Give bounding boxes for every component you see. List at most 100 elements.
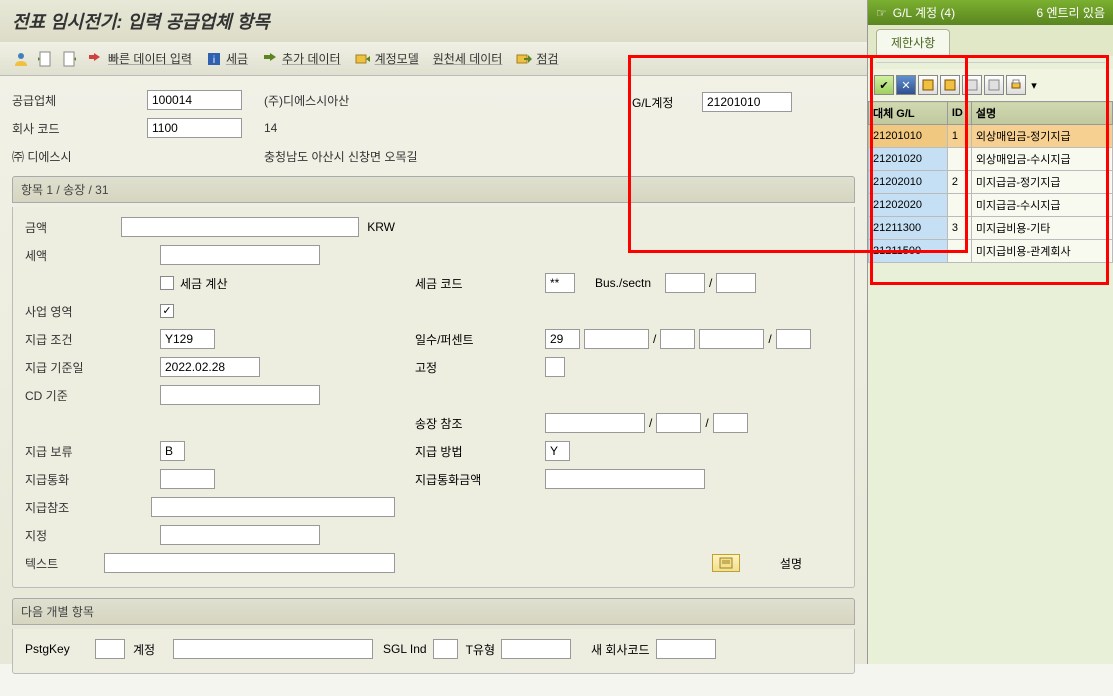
ttype-label: T유형 <box>466 641 495 658</box>
percent2-input[interactable] <box>699 329 764 349</box>
invoice-ref-input1[interactable] <box>545 413 645 433</box>
ttype-input[interactable] <box>501 639 571 659</box>
doc-left-icon[interactable] <box>36 50 54 68</box>
popup-header-icon: ☞ <box>876 6 887 20</box>
section2-header: 다음 개별 항목 <box>12 598 855 625</box>
biz-area-checkbox[interactable] <box>160 304 174 318</box>
fast-data-button[interactable]: 빠른 데이터 입력 <box>84 48 196 69</box>
table-row[interactable]: 21202020미지급금-수시지급 <box>869 194 1113 217</box>
popup-tabs: 제한사항 <box>868 25 1113 56</box>
doc-right-icon[interactable] <box>60 50 78 68</box>
tax-code-label: 세금 코드 <box>415 275 545 292</box>
dropdown-icon[interactable]: ▾ <box>1028 75 1040 95</box>
currency: KRW <box>367 220 395 234</box>
tax-button[interactable]: i 세금 <box>202 48 252 69</box>
account-label: 계정 <box>133 641 173 658</box>
assignment-label: 지정 <box>25 527 160 544</box>
days-percent-label: 일수/퍼센트 <box>415 331 545 348</box>
bus-sectn-label: Bus./sectn <box>595 276 665 290</box>
pstgkey-input[interactable] <box>95 639 125 659</box>
pay-method-input[interactable] <box>545 441 570 461</box>
tool2-icon[interactable] <box>984 75 1004 95</box>
pay-curr-amt-label: 지급통화금액 <box>415 471 545 488</box>
days3-input[interactable] <box>776 329 811 349</box>
col-gl[interactable]: 대체 G/L <box>869 102 948 125</box>
pay-terms-label: 지급 조건 <box>25 331 160 348</box>
tax-code-input[interactable] <box>545 273 575 293</box>
fixed-input[interactable] <box>545 357 565 377</box>
account-input[interactable] <box>173 639 373 659</box>
close-icon[interactable]: ✕ <box>896 75 916 95</box>
pay-curr-input[interactable] <box>160 469 215 489</box>
check-button[interactable]: 점검 <box>512 48 562 69</box>
withholding-button[interactable]: 원천세 데이터 <box>429 48 507 69</box>
invoice-ref-label: 송장 참조 <box>415 415 545 432</box>
pay-method-label: 지급 방법 <box>415 443 545 460</box>
pay-terms-input[interactable] <box>160 329 215 349</box>
percent1-input[interactable] <box>584 329 649 349</box>
col-id[interactable]: ID <box>947 102 971 125</box>
invoice-ref-input3[interactable] <box>713 413 748 433</box>
gl-account-label: G/L계정 <box>632 94 702 111</box>
pay-block-label: 지급 보류 <box>25 443 160 460</box>
company-num: 14 <box>260 121 277 135</box>
vendor-name: (주)디에스시아산 <box>260 92 349 109</box>
check-icon[interactable]: ✔ <box>874 75 894 95</box>
save1-icon[interactable] <box>918 75 938 95</box>
pay-ref-input[interactable] <box>151 497 395 517</box>
col-desc[interactable]: 설명 <box>971 102 1112 125</box>
new-company-label: 새 회사코드 <box>591 641 650 658</box>
pay-curr-amt-input[interactable] <box>545 469 705 489</box>
tool1-icon[interactable] <box>962 75 982 95</box>
svg-text:i: i <box>213 55 215 66</box>
table-row[interactable]: 212010101외상매입금-정기지급 <box>869 125 1113 148</box>
baseline-date-label: 지급 기준일 <box>25 359 160 376</box>
section1-header: 항목 1 / 송장 / 31 <box>12 176 855 203</box>
tax-calc-label: 세금 계산 <box>180 275 228 292</box>
table-row[interactable]: 21201020외상매입금-수시지급 <box>869 148 1113 171</box>
desc-label: 설명 <box>780 555 802 572</box>
pay-ref-label: 지급참조 <box>25 499 151 516</box>
table-row[interactable]: 212113003미지급비용-기타 <box>869 217 1113 240</box>
popup-title: G/L 계정 (4) <box>893 4 955 21</box>
sgl-ind-input[interactable] <box>433 639 458 659</box>
company-label: 회사 코드 <box>12 120 147 137</box>
popup-toolbar: ✔ ✕ ▾ <box>868 69 1113 101</box>
cd-base-input[interactable] <box>160 385 320 405</box>
address: 충청남도 아산시 신창면 오목길 <box>260 148 418 165</box>
save2-icon[interactable] <box>940 75 960 95</box>
popup-table: 대체 G/L ID 설명 212010101외상매입금-정기지급21201020… <box>868 101 1113 263</box>
tax-amount-input[interactable] <box>160 245 320 265</box>
days2-input[interactable] <box>660 329 695 349</box>
biz-area-label: 사업 영역 <box>25 303 160 320</box>
pay-block-input[interactable] <box>160 441 185 461</box>
text-input[interactable] <box>104 553 395 573</box>
fixed-label: 고정 <box>415 359 545 376</box>
assignment-input[interactable] <box>160 525 320 545</box>
popup-tab-restrictions[interactable]: 제한사항 <box>876 29 950 55</box>
company-short-label: ㈜ 디에스시 <box>12 148 147 165</box>
vendor-input[interactable] <box>147 90 242 110</box>
new-company-input[interactable] <box>656 639 716 659</box>
account-model-button[interactable]: 계정모델 <box>351 48 423 69</box>
amount-label: 금액 <box>25 219 121 236</box>
pay-curr-label: 지급통화 <box>25 471 160 488</box>
bus-sectn-input1[interactable] <box>665 273 705 293</box>
baseline-date-input[interactable] <box>160 357 260 377</box>
gl-account-input[interactable] <box>702 92 792 112</box>
tax-calc-checkbox[interactable] <box>160 276 174 290</box>
popup-count: 6 엔트리 있음 <box>1036 4 1105 21</box>
print-icon[interactable] <box>1006 75 1026 95</box>
amount-input[interactable] <box>121 217 359 237</box>
invoice-ref-input2[interactable] <box>656 413 701 433</box>
table-row[interactable]: 21211500미지급비용-관계회사 <box>869 240 1113 263</box>
user-icon[interactable] <box>12 50 30 68</box>
table-row[interactable]: 212020102미지급금-정기지급 <box>869 171 1113 194</box>
company-input[interactable] <box>147 118 242 138</box>
desc-button[interactable] <box>712 554 740 572</box>
text-label: 텍스트 <box>25 555 104 572</box>
toolbar: 빠른 데이터 입력 i 세금 추가 데이터 계정모델 원천세 데이터 점검 <box>0 42 867 76</box>
more-data-button[interactable]: 추가 데이터 <box>258 48 345 69</box>
bus-sectn-input2[interactable] <box>716 273 756 293</box>
days-input[interactable] <box>545 329 580 349</box>
